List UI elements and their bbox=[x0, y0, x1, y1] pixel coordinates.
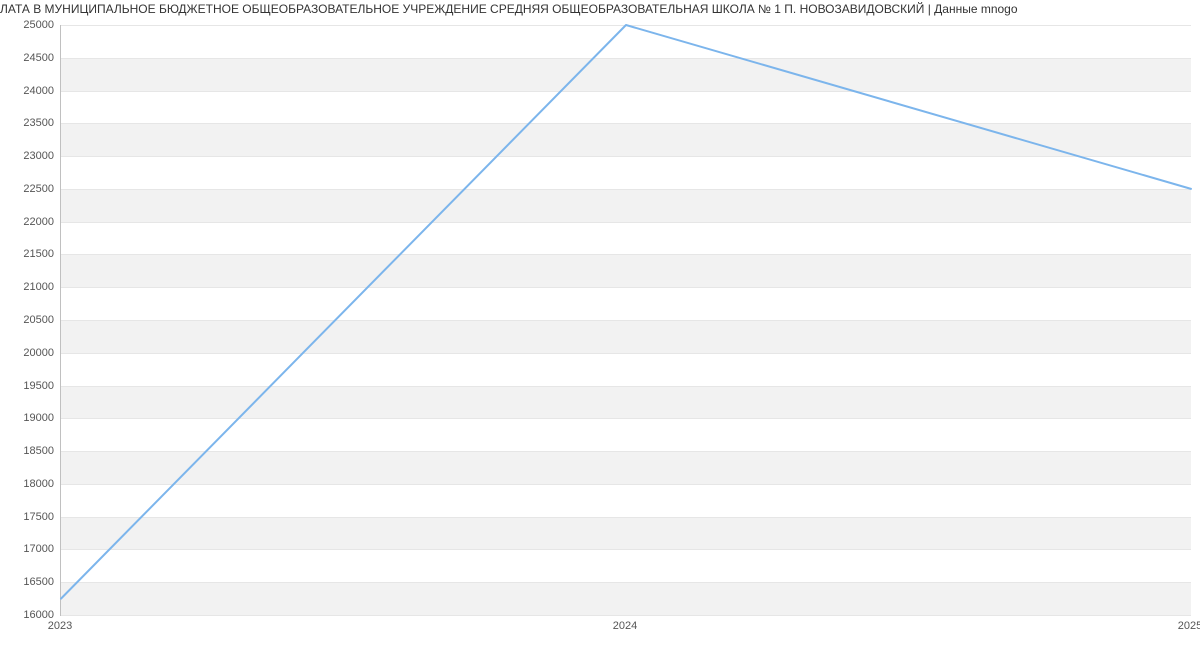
y-tick-label: 25000 bbox=[23, 19, 54, 31]
y-tick-label: 18000 bbox=[23, 478, 54, 490]
y-tick-label: 22500 bbox=[23, 183, 54, 195]
y-tick-label: 24000 bbox=[23, 85, 54, 97]
y-tick-label: 17500 bbox=[23, 511, 54, 523]
y-tick-label: 23000 bbox=[23, 150, 54, 162]
series-line bbox=[61, 25, 1191, 599]
x-tick-label: 2024 bbox=[613, 620, 637, 632]
plot-area bbox=[60, 25, 1191, 616]
x-tick-label: 2023 bbox=[48, 620, 72, 632]
y-tick-label: 19500 bbox=[23, 380, 54, 392]
y-tick-label: 18500 bbox=[23, 445, 54, 457]
y-tick-label: 24500 bbox=[23, 52, 54, 64]
y-tick-label: 19000 bbox=[23, 412, 54, 424]
x-tick-label: 2025 bbox=[1178, 620, 1200, 632]
y-tick-label: 20000 bbox=[23, 347, 54, 359]
y-tick-label: 16500 bbox=[23, 576, 54, 588]
grid-line bbox=[61, 615, 1191, 616]
line-series-svg bbox=[61, 25, 1191, 615]
chart-title: ЛАТА В МУНИЦИПАЛЬНОЕ БЮДЖЕТНОЕ ОБЩЕОБРАЗ… bbox=[0, 2, 1200, 16]
y-tick-label: 23500 bbox=[23, 117, 54, 129]
y-tick-label: 21500 bbox=[23, 248, 54, 260]
y-tick-label: 17000 bbox=[23, 543, 54, 555]
y-tick-label: 21000 bbox=[23, 281, 54, 293]
y-tick-label: 20500 bbox=[23, 314, 54, 326]
chart-container: ЛАТА В МУНИЦИПАЛЬНОЕ БЮДЖЕТНОЕ ОБЩЕОБРАЗ… bbox=[0, 0, 1200, 650]
y-tick-label: 22000 bbox=[23, 216, 54, 228]
